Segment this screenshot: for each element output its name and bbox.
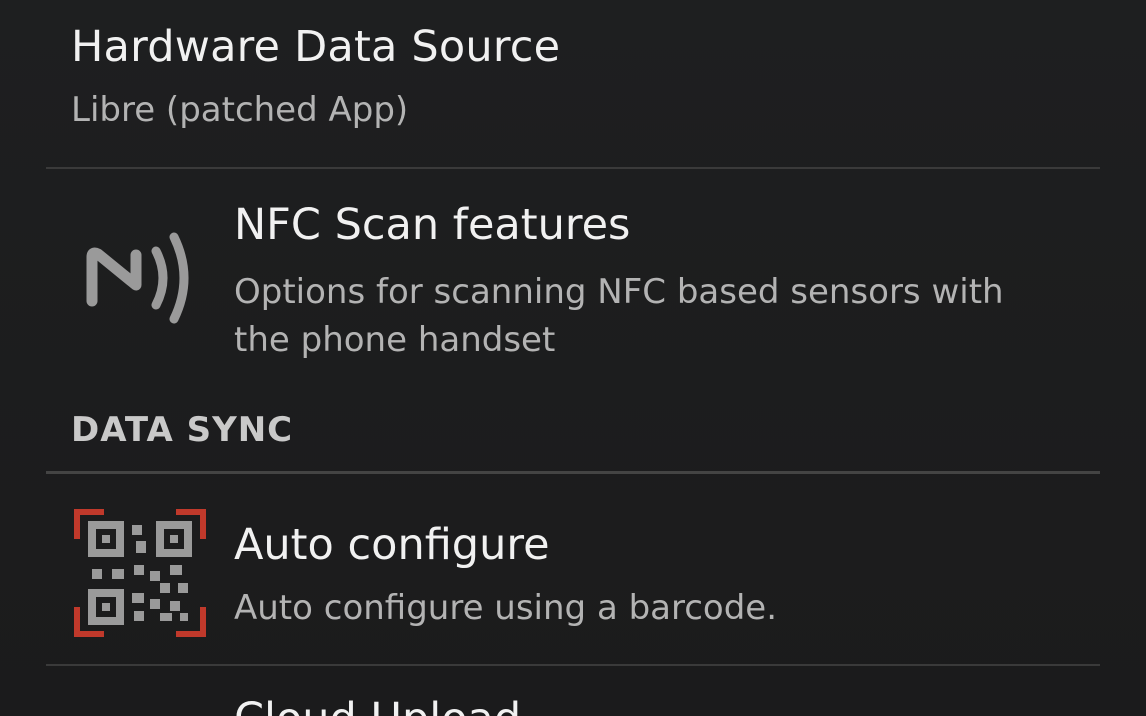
category-header-data-sync: DATA SYNC <box>71 410 294 450</box>
nfc-icon <box>86 232 189 324</box>
pref-title: Cloud Upload <box>234 694 521 716</box>
pref-title: NFC Scan features <box>234 200 631 250</box>
pref-summary: Auto configure using a barcode. <box>234 588 778 628</box>
pref-nfc-scan-features[interactable]: NFC Scan features Options for scanning N… <box>46 170 1100 370</box>
qr-code-icon <box>74 509 206 637</box>
divider <box>46 167 1100 169</box>
pref-title: Hardware Data Source <box>71 22 561 72</box>
settings-screen: Hardware Data Source Libre (patched App)… <box>0 0 1146 716</box>
pref-cloud-upload[interactable]: Cloud Upload <box>46 666 1100 716</box>
pref-auto-configure[interactable]: Auto configure Auto configure using a ba… <box>46 476 1100 664</box>
pref-title: Auto configure <box>234 520 550 570</box>
divider <box>46 471 1100 474</box>
pref-hardware-data-source[interactable]: Hardware Data Source Libre (patched App) <box>46 0 1100 168</box>
pref-summary: Options for scanning NFC based sensors w… <box>234 272 1004 360</box>
pref-summary: Libre (patched App) <box>71 90 409 130</box>
